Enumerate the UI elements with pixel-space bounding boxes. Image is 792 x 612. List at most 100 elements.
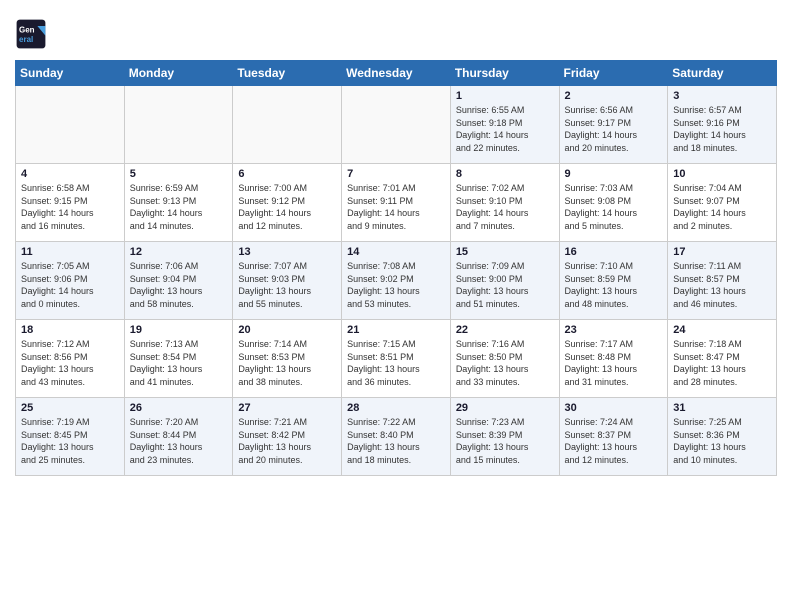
day-number: 15 bbox=[456, 246, 554, 258]
day-info: Sunrise: 7:23 AM Sunset: 8:39 PM Dayligh… bbox=[456, 416, 554, 466]
calendar-cell: 6Sunrise: 7:00 AM Sunset: 9:12 PM Daylig… bbox=[233, 164, 342, 242]
calendar-cell: 24 Sunrise: 7:18 AM Sunset: 8:47 PM Dayli… bbox=[668, 320, 777, 398]
day-number: 4 bbox=[21, 168, 119, 180]
day-info: Sunrise: 7:15 AM Sunset: 8:51 PM Dayligh… bbox=[347, 338, 445, 388]
day-number: 21 bbox=[347, 324, 445, 336]
day-info: Sunrise: 7:01 AM Sunset: 9:11 PM Dayligh… bbox=[347, 182, 445, 232]
day-info: Sunrise: 7:18 AM Sunset: 8:47 PM Dayligh… bbox=[673, 338, 771, 388]
calendar-cell: 12 Sunrise: 7:06 AM Sunset: 9:04 PM Dayli… bbox=[124, 242, 233, 320]
calendar-cell bbox=[342, 86, 451, 164]
day-number: 10 bbox=[673, 168, 771, 180]
day-number: 11 bbox=[21, 246, 119, 258]
calendar-cell: 23Sunrise: 7:17 AM Sunset: 8:48 PM Dayli… bbox=[559, 320, 668, 398]
calendar-week-row: 25 Sunrise: 7:19 AM Sunset: 8:45 PM Dayli… bbox=[16, 398, 777, 476]
calendar-cell: 25 Sunrise: 7:19 AM Sunset: 8:45 PM Dayli… bbox=[16, 398, 125, 476]
day-number: 31 bbox=[673, 402, 771, 414]
calendar-cell: 20Sunrise: 7:14 AM Sunset: 8:53 PM Dayli… bbox=[233, 320, 342, 398]
calendar-cell bbox=[124, 86, 233, 164]
day-number: 25 bbox=[21, 402, 119, 414]
day-info: Sunrise: 7:13 AM Sunset: 8:54 PM Dayligh… bbox=[130, 338, 228, 388]
day-number: 5 bbox=[130, 168, 228, 180]
day-number: 3 bbox=[673, 90, 771, 102]
day-number: 8 bbox=[456, 168, 554, 180]
svg-text:Gen: Gen bbox=[19, 25, 35, 34]
day-info: Sunrise: 7:10 AM Sunset: 8:59 PM Dayligh… bbox=[565, 260, 663, 310]
calendar-cell: 5 Sunrise: 6:59 AM Sunset: 9:13 PM Daylig… bbox=[124, 164, 233, 242]
day-info: Sunrise: 7:16 AM Sunset: 8:50 PM Dayligh… bbox=[456, 338, 554, 388]
day-info: Sunrise: 7:05 AM Sunset: 9:06 PM Dayligh… bbox=[21, 260, 119, 310]
calendar-cell: 9 Sunrise: 7:03 AM Sunset: 9:08 PM Daylig… bbox=[559, 164, 668, 242]
day-info: Sunrise: 7:11 AM Sunset: 8:57 PM Dayligh… bbox=[673, 260, 771, 310]
calendar-cell: 16 Sunrise: 7:10 AM Sunset: 8:59 PM Dayli… bbox=[559, 242, 668, 320]
day-number: 14 bbox=[347, 246, 445, 258]
logo-icon: Gen eral bbox=[15, 18, 47, 50]
day-info: Sunrise: 7:24 AM Sunset: 8:37 PM Dayligh… bbox=[565, 416, 663, 466]
calendar-cell: 28 Sunrise: 7:22 AM Sunset: 8:40 PM Dayli… bbox=[342, 398, 451, 476]
day-number: 9 bbox=[565, 168, 663, 180]
column-header-wednesday: Wednesday bbox=[342, 61, 451, 86]
calendar-cell: 10 Sunrise: 7:04 AM Sunset: 9:07 PM Dayli… bbox=[668, 164, 777, 242]
calendar-cell: 19 Sunrise: 7:13 AM Sunset: 8:54 PM Dayli… bbox=[124, 320, 233, 398]
column-header-friday: Friday bbox=[559, 61, 668, 86]
day-number: 2 bbox=[565, 90, 663, 102]
calendar-cell: 29 Sunrise: 7:23 AM Sunset: 8:39 PM Dayli… bbox=[450, 398, 559, 476]
day-number: 16 bbox=[565, 246, 663, 258]
day-info: Sunrise: 7:17 AM Sunset: 8:48 PM Dayligh… bbox=[565, 338, 663, 388]
column-header-tuesday: Tuesday bbox=[233, 61, 342, 86]
calendar-cell: 2Sunrise: 6:56 AM Sunset: 9:17 PM Daylig… bbox=[559, 86, 668, 164]
calendar-week-row: 1Sunrise: 6:55 AM Sunset: 9:18 PM Daylig… bbox=[16, 86, 777, 164]
column-header-sunday: Sunday bbox=[16, 61, 125, 86]
day-info: Sunrise: 7:03 AM Sunset: 9:08 PM Dayligh… bbox=[565, 182, 663, 232]
day-info: Sunrise: 7:08 AM Sunset: 9:02 PM Dayligh… bbox=[347, 260, 445, 310]
day-info: Sunrise: 7:07 AM Sunset: 9:03 PM Dayligh… bbox=[238, 260, 336, 310]
day-info: Sunrise: 7:25 AM Sunset: 8:36 PM Dayligh… bbox=[673, 416, 771, 466]
calendar-cell: 17 Sunrise: 7:11 AM Sunset: 8:57 PM Dayli… bbox=[668, 242, 777, 320]
logo: Gen eral bbox=[15, 18, 51, 50]
calendar-cell: 7 Sunrise: 7:01 AM Sunset: 9:11 PM Daylig… bbox=[342, 164, 451, 242]
calendar-cell: 21 Sunrise: 7:15 AM Sunset: 8:51 PM Dayli… bbox=[342, 320, 451, 398]
day-info: Sunrise: 7:04 AM Sunset: 9:07 PM Dayligh… bbox=[673, 182, 771, 232]
column-header-thursday: Thursday bbox=[450, 61, 559, 86]
day-number: 24 bbox=[673, 324, 771, 336]
day-number: 28 bbox=[347, 402, 445, 414]
day-info: Sunrise: 7:20 AM Sunset: 8:44 PM Dayligh… bbox=[130, 416, 228, 466]
day-number: 18 bbox=[21, 324, 119, 336]
day-number: 7 bbox=[347, 168, 445, 180]
day-info: Sunrise: 7:12 AM Sunset: 8:56 PM Dayligh… bbox=[21, 338, 119, 388]
day-info: Sunrise: 7:22 AM Sunset: 8:40 PM Dayligh… bbox=[347, 416, 445, 466]
calendar-cell: 4Sunrise: 6:58 AM Sunset: 9:15 PM Daylig… bbox=[16, 164, 125, 242]
calendar-cell: 31 Sunrise: 7:25 AM Sunset: 8:36 PM Dayli… bbox=[668, 398, 777, 476]
calendar-cell: 11 Sunrise: 7:05 AM Sunset: 9:06 PM Dayli… bbox=[16, 242, 125, 320]
calendar-cell: 26Sunrise: 7:20 AM Sunset: 8:44 PM Dayli… bbox=[124, 398, 233, 476]
day-info: Sunrise: 7:21 AM Sunset: 8:42 PM Dayligh… bbox=[238, 416, 336, 466]
calendar-cell: 27 Sunrise: 7:21 AM Sunset: 8:42 PM Dayli… bbox=[233, 398, 342, 476]
day-number: 13 bbox=[238, 246, 336, 258]
calendar-table: SundayMondayTuesdayWednesdayThursdayFrid… bbox=[15, 60, 777, 476]
calendar-cell bbox=[233, 86, 342, 164]
day-number: 30 bbox=[565, 402, 663, 414]
calendar-cell: 14 Sunrise: 7:08 AM Sunset: 9:02 PM Dayli… bbox=[342, 242, 451, 320]
svg-text:eral: eral bbox=[19, 35, 33, 44]
day-info: Sunrise: 7:09 AM Sunset: 9:00 PM Dayligh… bbox=[456, 260, 554, 310]
day-number: 17 bbox=[673, 246, 771, 258]
day-info: Sunrise: 7:02 AM Sunset: 9:10 PM Dayligh… bbox=[456, 182, 554, 232]
day-number: 29 bbox=[456, 402, 554, 414]
day-info: Sunrise: 7:19 AM Sunset: 8:45 PM Dayligh… bbox=[21, 416, 119, 466]
day-number: 27 bbox=[238, 402, 336, 414]
day-info: Sunrise: 6:55 AM Sunset: 9:18 PM Dayligh… bbox=[456, 104, 554, 154]
day-info: Sunrise: 7:06 AM Sunset: 9:04 PM Dayligh… bbox=[130, 260, 228, 310]
calendar-cell: 1Sunrise: 6:55 AM Sunset: 9:18 PM Daylig… bbox=[450, 86, 559, 164]
day-info: Sunrise: 6:59 AM Sunset: 9:13 PM Dayligh… bbox=[130, 182, 228, 232]
day-info: Sunrise: 7:14 AM Sunset: 8:53 PM Dayligh… bbox=[238, 338, 336, 388]
calendar-cell bbox=[16, 86, 125, 164]
calendar-week-row: 11 Sunrise: 7:05 AM Sunset: 9:06 PM Dayli… bbox=[16, 242, 777, 320]
calendar-cell: 13 Sunrise: 7:07 AM Sunset: 9:03 PM Dayli… bbox=[233, 242, 342, 320]
column-header-saturday: Saturday bbox=[668, 61, 777, 86]
day-number: 12 bbox=[130, 246, 228, 258]
day-number: 19 bbox=[130, 324, 228, 336]
calendar-cell: 3 Sunrise: 6:57 AM Sunset: 9:16 PM Daylig… bbox=[668, 86, 777, 164]
day-info: Sunrise: 6:57 AM Sunset: 9:16 PM Dayligh… bbox=[673, 104, 771, 154]
day-number: 6 bbox=[238, 168, 336, 180]
calendar-cell: 18 Sunrise: 7:12 AM Sunset: 8:56 PM Dayli… bbox=[16, 320, 125, 398]
page-header: Gen eral bbox=[15, 10, 777, 50]
